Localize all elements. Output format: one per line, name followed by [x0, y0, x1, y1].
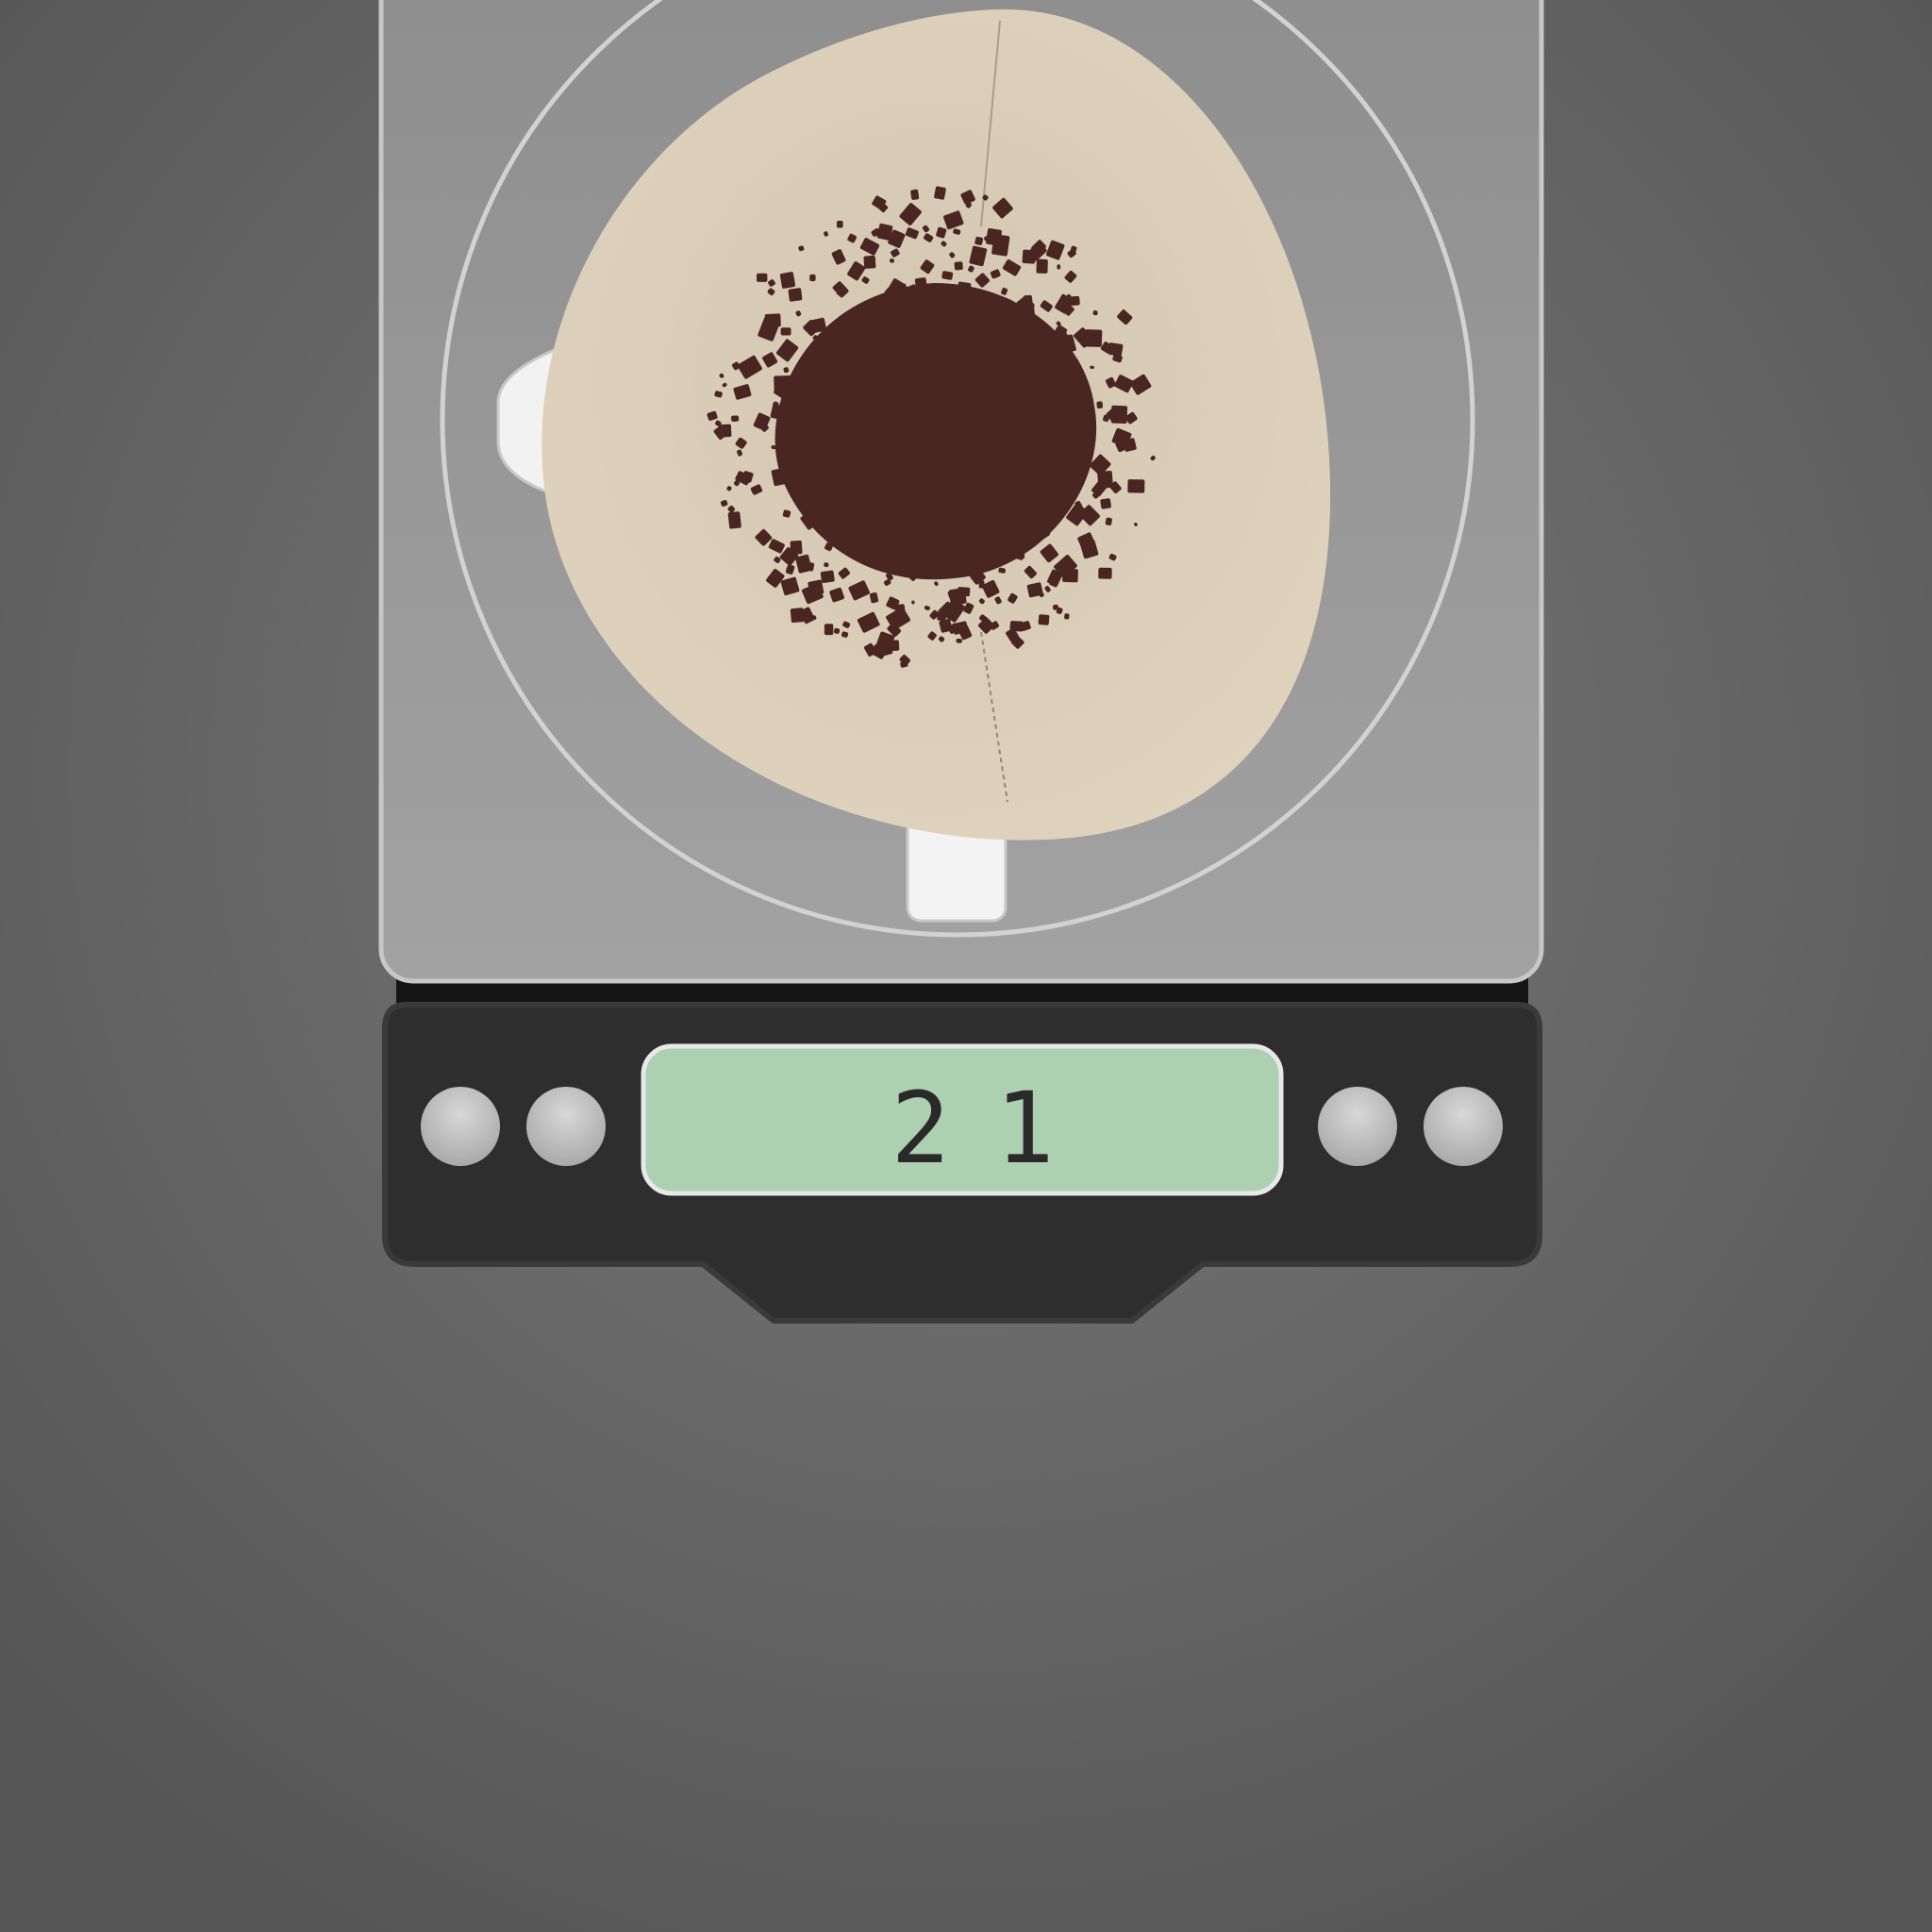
coffee-grain: [855, 496, 874, 511]
coffee-grain: [1098, 567, 1112, 579]
coffee-grain: [1127, 479, 1145, 493]
coffee-grain: [938, 426, 955, 445]
coffee-grain: [1057, 445, 1067, 458]
coffee-grain: [820, 570, 835, 583]
coffee-grain: [1023, 294, 1033, 307]
left-button-1[interactable]: [421, 1087, 500, 1166]
coffee-grain: [1096, 401, 1104, 409]
coffee-grain: [925, 309, 935, 319]
coffee-grain: [1108, 342, 1124, 357]
left-button-2[interactable]: [526, 1087, 606, 1166]
coffee-grain: [836, 220, 843, 228]
coffee-grain: [1020, 486, 1032, 496]
coffee-grain: [774, 375, 793, 392]
coffee-grain: [954, 261, 963, 271]
coffee-grain: [858, 537, 870, 549]
coffee-grain: [1100, 498, 1111, 509]
coffee-grain: [779, 272, 796, 289]
right-button-2[interactable]: [1424, 1087, 1503, 1166]
coffee-grain: [896, 475, 910, 487]
coffee-grain: [1018, 354, 1032, 370]
coffee-grain: [957, 281, 972, 298]
coffee-grain: [788, 288, 803, 302]
coffee-grain: [909, 311, 927, 329]
lcd-display: 21: [641, 1043, 1284, 1196]
coffee-grain: [1036, 258, 1048, 274]
coffee-grain: [961, 298, 974, 310]
coffee-grain: [1018, 423, 1029, 434]
coffee-grain: [810, 317, 827, 333]
coffee-grain: [731, 415, 740, 422]
coffee-grain: [1018, 551, 1025, 559]
coffee-grain: [764, 313, 781, 327]
coffee-grain: [914, 277, 928, 292]
coffee-grain: [1027, 444, 1040, 455]
coffee-grain: [1019, 343, 1027, 351]
coffee-grain: [971, 351, 977, 359]
coffee-grain: [1064, 613, 1070, 620]
weight-readout: 21: [891, 1071, 1099, 1186]
coffee-grain: [982, 409, 995, 421]
coffee-grain: [980, 458, 995, 470]
coffee-grain: [1033, 491, 1046, 501]
right-button-1[interactable]: [1318, 1087, 1397, 1166]
coffee-grain: [991, 234, 1010, 257]
coffee-grain: [797, 462, 813, 475]
coffee-grain: [948, 588, 967, 606]
coffee-grain: [892, 426, 901, 435]
coffee-grain: [790, 488, 797, 494]
coffee-grain: [790, 608, 805, 624]
coffee-grain: [874, 354, 890, 373]
coffee-grain: [987, 367, 1001, 384]
coffee-grain: [727, 511, 741, 529]
coffee-grain: [830, 479, 845, 494]
coffee-grain: [827, 430, 843, 447]
coffee-grain: [941, 351, 949, 358]
coffee-grain: [910, 189, 920, 200]
coffee-grain: [757, 273, 768, 282]
coffee-grain: [795, 416, 808, 428]
coffee-grain: [890, 462, 902, 472]
coffee-grain: [911, 404, 919, 410]
coffee-grain: [780, 327, 791, 336]
coffee-grain: [1039, 426, 1049, 435]
coffee-grain: [809, 274, 816, 282]
coffee-grain: [1047, 428, 1060, 441]
coffee-grain: [891, 548, 904, 559]
coffee-grain: [1067, 295, 1080, 307]
coffee-grain: [1007, 413, 1018, 425]
coffee-grain: [1011, 468, 1018, 475]
scene-svg: 21: [0, 0, 1932, 1932]
coffee-grain: [846, 520, 856, 532]
coffee-grain: [886, 436, 896, 447]
coffee-grain: [824, 624, 834, 636]
scale-scene: 21: [0, 0, 1932, 1932]
coffee-grain: [1057, 264, 1061, 270]
coffee-grain: [1038, 614, 1050, 625]
coffee-grain: [996, 397, 1005, 405]
coffee-grain: [863, 255, 876, 269]
